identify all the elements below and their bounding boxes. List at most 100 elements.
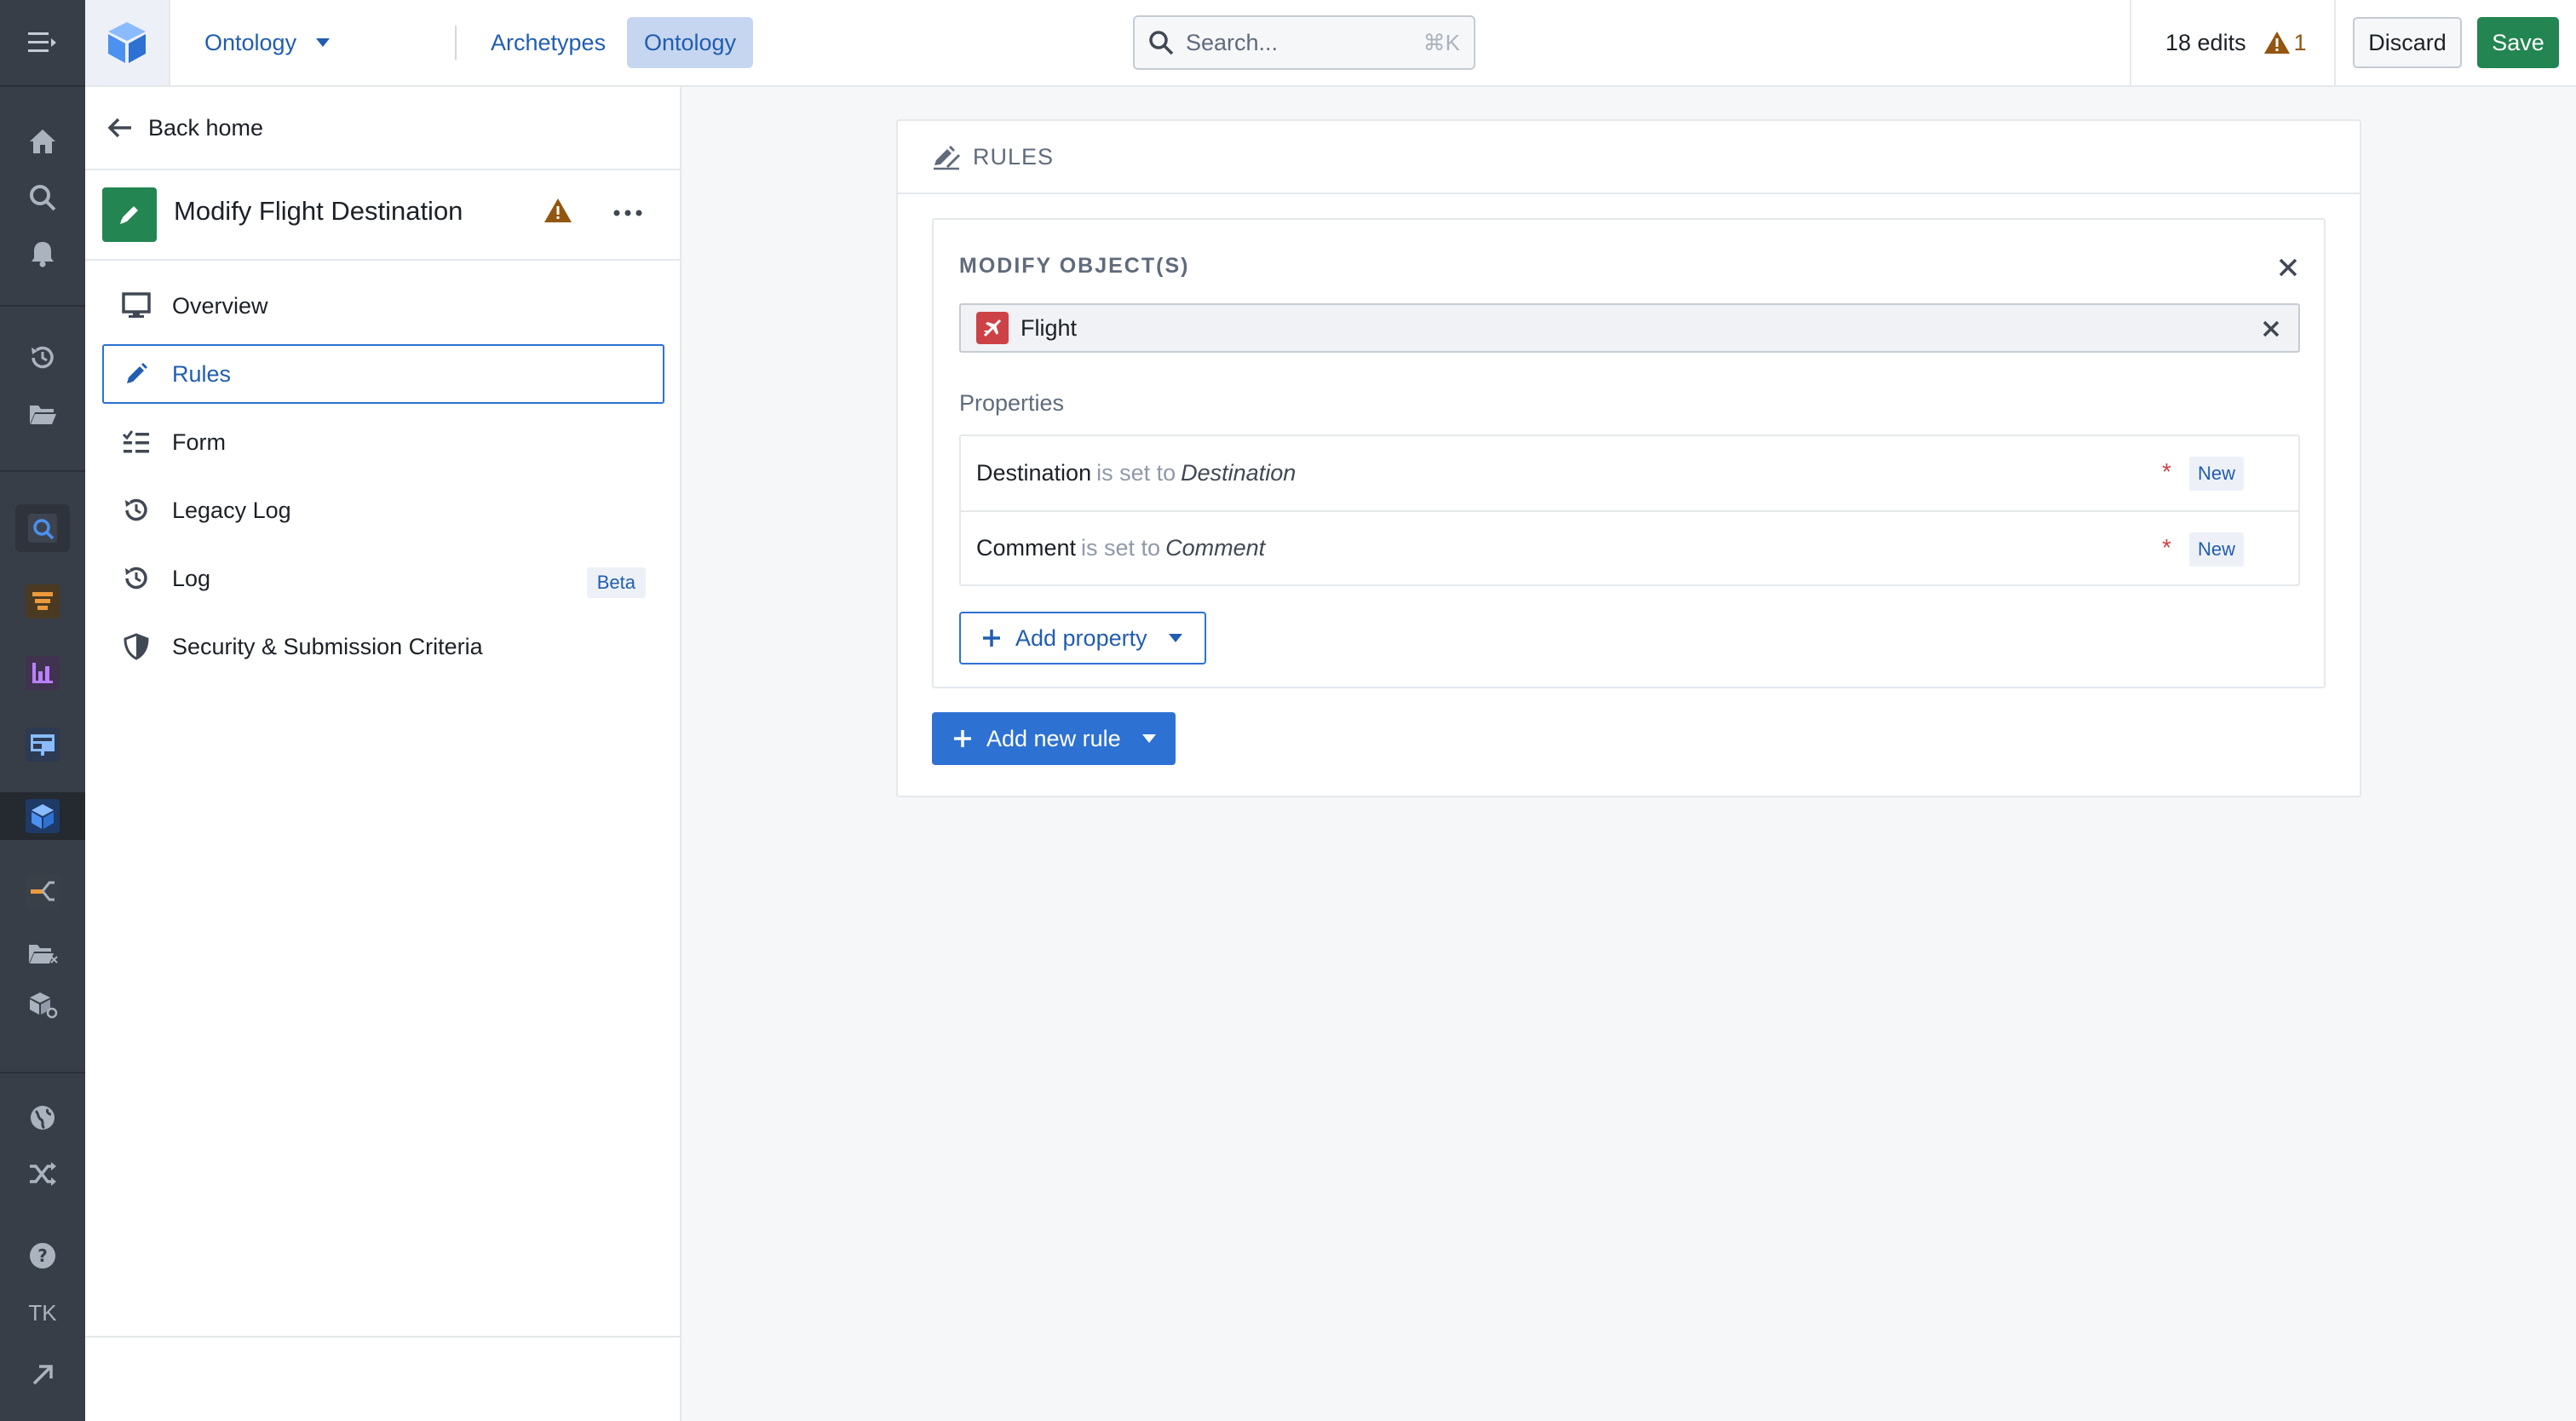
add-new-rule-label: Add new rule xyxy=(986,725,1121,751)
files-icon[interactable] xyxy=(15,930,70,978)
search-input[interactable]: Search... ⌘K xyxy=(1133,15,1475,70)
properties-label: Properties xyxy=(959,390,1065,416)
folder-icon[interactable] xyxy=(15,390,70,438)
top-bar: Ontology Archetypes Ontology Search... ⌘… xyxy=(85,0,2576,87)
sidebar-item-label: Overview xyxy=(172,292,268,319)
arrow-up-right-icon[interactable] xyxy=(15,1351,70,1399)
property-name: Comment xyxy=(976,535,1077,561)
caret-down-icon xyxy=(1168,633,1183,643)
sidebar-item-legacy-log[interactable]: Legacy Log xyxy=(102,480,664,540)
property-value: Destination xyxy=(1181,460,1297,486)
sidebar-item-label: Legacy Log xyxy=(172,497,291,523)
quiver-icon[interactable] xyxy=(15,504,70,552)
app-rail: ? TK xyxy=(0,0,85,1421)
search-placeholder: Search... xyxy=(1186,29,1279,55)
back-home-label: Back home xyxy=(148,114,264,141)
tab-archetypes[interactable]: Archetypes xyxy=(474,17,623,68)
warning-count: 1 xyxy=(2293,29,2307,55)
form-icon xyxy=(121,427,152,457)
new-badge: New xyxy=(2189,457,2245,491)
pipeline-icon[interactable] xyxy=(15,578,70,625)
search-shortcut-hint: ⌘K xyxy=(1423,29,1460,55)
caret-down-icon xyxy=(1141,734,1157,744)
sidebar-item-security[interactable]: Security & Submission Criteria xyxy=(102,617,664,676)
add-new-rule-button[interactable]: Add new rule xyxy=(932,712,1176,765)
property-name: Destination xyxy=(976,460,1092,486)
menu-icon[interactable] xyxy=(15,19,70,66)
toolbar-divider xyxy=(2130,0,2131,85)
plus-icon xyxy=(952,728,973,749)
graph-icon[interactable] xyxy=(15,867,70,915)
properties-list: Destination is set to Destination * New … xyxy=(959,434,2300,586)
property-connector: is set to xyxy=(1081,535,1161,561)
close-icon[interactable] xyxy=(2271,250,2305,285)
svg-text:?: ? xyxy=(37,1246,48,1266)
rules-section-header: RULES xyxy=(898,121,2360,194)
tab-ontology[interactable]: Ontology xyxy=(627,17,754,68)
warning-icon[interactable] xyxy=(543,198,572,227)
required-marker: * xyxy=(2162,458,2171,485)
history-icon xyxy=(121,563,152,594)
sidebar-item-log[interactable]: Log Beta xyxy=(102,549,664,608)
warning-icon xyxy=(2263,31,2291,55)
notifications-icon[interactable] xyxy=(15,230,70,278)
required-marker: * xyxy=(2162,534,2171,561)
edits-counter[interactable]: 18 edits 1 xyxy=(2165,24,2307,61)
nav-divider xyxy=(455,26,457,60)
help-icon[interactable]: ? xyxy=(15,1232,70,1280)
add-property-button[interactable]: Add property xyxy=(959,612,1206,664)
rule-title: MODIFY OBJECT(S) xyxy=(959,254,1190,278)
toolbar-divider xyxy=(2334,0,2336,85)
rules-icon xyxy=(932,143,961,170)
plus-icon xyxy=(981,628,1002,648)
sidebar-item-label: Form xyxy=(172,429,226,455)
sidebar-item-rules[interactable]: Rules xyxy=(102,344,664,404)
action-header: Modify Flight Destination xyxy=(85,170,680,261)
action-type-edit-icon xyxy=(102,187,157,242)
property-connector: is set to xyxy=(1096,460,1176,486)
user-avatar[interactable]: TK xyxy=(0,1300,85,1326)
new-badge: New xyxy=(2189,532,2245,567)
back-home-link[interactable]: Back home xyxy=(85,87,680,170)
object-explorer-icon[interactable] xyxy=(15,981,70,1029)
modify-objects-rule: MODIFY OBJECT(S) Flight Properties Desti… xyxy=(932,218,2326,688)
airplane-icon xyxy=(976,312,1009,344)
ontology-icon[interactable] xyxy=(0,792,85,840)
home-icon[interactable] xyxy=(15,118,70,165)
globe-icon[interactable] xyxy=(15,1094,70,1142)
action-sidebar: Back home Modify Flight Destination Over… xyxy=(85,87,681,1421)
sidebar-item-label: Security & Submission Criteria xyxy=(172,633,483,659)
search-icon[interactable] xyxy=(15,174,70,221)
property-row[interactable]: Destination is set to Destination * New xyxy=(961,436,2298,510)
sidebar-nav: Overview Rules Form Legacy Log Log Beta … xyxy=(102,276,664,685)
sidebar-item-form[interactable]: Form xyxy=(102,412,664,472)
beta-badge: Beta xyxy=(586,567,646,598)
app-switcher-label: Ontology xyxy=(204,29,297,55)
sidebar-item-label: Rules xyxy=(172,360,232,387)
history-icon[interactable] xyxy=(15,334,70,382)
rules-card: RULES MODIFY OBJECT(S) Flight Properties… xyxy=(896,119,2361,797)
property-row[interactable]: Comment is set to Comment * New xyxy=(961,510,2298,584)
monitor-icon xyxy=(121,291,152,321)
sidebar-item-label: Log xyxy=(172,565,211,591)
caret-down-icon xyxy=(315,37,331,48)
search-icon xyxy=(1148,30,1174,55)
edits-label: 18 edits xyxy=(2165,29,2246,55)
shield-icon xyxy=(121,631,152,662)
object-type-select[interactable]: Flight xyxy=(959,303,2300,353)
ontology-app-logo-icon[interactable] xyxy=(85,0,170,85)
rules-section-title: RULES xyxy=(973,143,1055,170)
app-switcher-dropdown[interactable]: Ontology xyxy=(187,17,348,68)
charts-icon[interactable] xyxy=(15,649,70,697)
action-title: Modify Flight Destination xyxy=(174,196,463,226)
sidebar-item-overview[interactable]: Overview xyxy=(102,276,664,336)
discard-button[interactable]: Discard xyxy=(2353,17,2462,68)
shuffle-icon[interactable] xyxy=(15,1150,70,1198)
property-value: Comment xyxy=(1165,535,1266,561)
sidebar-footer-divider xyxy=(85,1336,680,1338)
object-type-label: Flight xyxy=(1021,314,1078,341)
clear-object-icon[interactable] xyxy=(2256,314,2286,344)
more-options-icon[interactable] xyxy=(607,196,649,230)
save-button[interactable]: Save xyxy=(2477,17,2559,68)
workshop-icon[interactable] xyxy=(15,721,70,768)
